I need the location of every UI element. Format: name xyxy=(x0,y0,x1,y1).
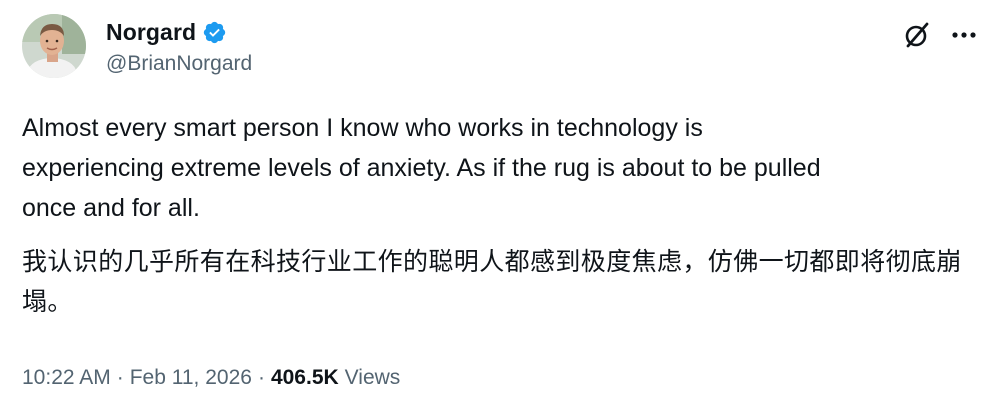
user-handle[interactable]: @BrianNorgard xyxy=(106,52,252,76)
display-name-row: Norgard xyxy=(106,18,252,46)
author-info: Norgard @BrianNorgard xyxy=(106,18,252,76)
avatar[interactable] xyxy=(22,14,86,78)
tweet-text-chinese: 我认识的几乎所有在科技行业工作的聪明人都感到极度焦虑，仿佛一切都即将彻底崩塌。 xyxy=(22,248,962,316)
verified-badge-icon[interactable] xyxy=(202,20,227,45)
tweet-text: Almost every smart person I know who wor… xyxy=(22,108,982,322)
tweet-meta: 10:22 AM · Feb 11, 2026 · 406.5K Views xyxy=(22,366,400,390)
avatar-photo-icon xyxy=(22,14,86,78)
tweet-text-english: Almost every smart person I know who wor… xyxy=(22,114,821,222)
header-actions xyxy=(902,20,978,50)
views-label[interactable]: Views xyxy=(345,366,401,390)
meta-separator: · xyxy=(257,366,265,389)
display-name[interactable]: Norgard xyxy=(106,19,196,46)
more-options-icon[interactable] xyxy=(950,20,978,50)
views-count[interactable]: 406.5K xyxy=(271,366,339,390)
meta-separator: · xyxy=(116,366,124,389)
tweet-header: Norgard @BrianNorgard xyxy=(22,14,978,84)
tweet-date[interactable]: Feb 11, 2026 xyxy=(130,366,252,390)
tweet-time[interactable]: 10:22 AM xyxy=(22,366,111,390)
grok-icon[interactable] xyxy=(902,20,932,50)
tweet-card: Norgard @BrianNorgard Almost every smart… xyxy=(0,0,1000,403)
